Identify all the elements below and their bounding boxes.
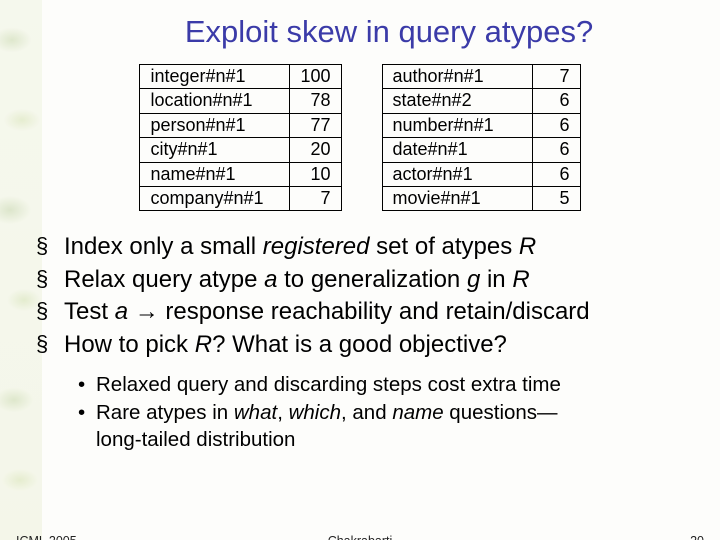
table-row: integer#n#1100 [140, 65, 341, 89]
atype-table-right: author#n#17 state#n#26 number#n#16 date#… [382, 64, 581, 211]
table-row: state#n#26 [382, 89, 580, 113]
main-bullets: Index only a small registered set of aty… [36, 231, 692, 361]
table-row: name#n#110 [140, 162, 341, 186]
bullet-item: Relax query atype a to generalization g … [36, 264, 692, 296]
bullet-item: Index only a small registered set of aty… [36, 231, 692, 263]
bullet-item: Test a → response reachability and retai… [36, 296, 692, 328]
table-row: movie#n#15 [382, 186, 580, 210]
sub-bullets: Relaxed query and discarding steps cost … [78, 371, 692, 454]
table-row: author#n#17 [382, 65, 580, 89]
arrow-icon: → [128, 298, 165, 325]
sub-bullet-item: Rare atypes in what, which, and name que… [78, 399, 692, 454]
slide: Exploit skew in query atypes? integer#n#… [0, 0, 720, 540]
footer-page: 20 [690, 534, 704, 540]
table-row: company#n#17 [140, 186, 341, 210]
footer-center: Chakrabarti [0, 534, 720, 540]
atype-table-left: integer#n#1100 location#n#178 person#n#1… [139, 64, 341, 211]
table-row: person#n#177 [140, 113, 341, 137]
tables-wrap: integer#n#1100 location#n#178 person#n#1… [28, 64, 692, 211]
table-row: actor#n#16 [382, 162, 580, 186]
sub-bullet-item: Relaxed query and discarding steps cost … [78, 371, 692, 399]
bullet-item: How to pick R? What is a good objective? [36, 329, 692, 361]
table-row: location#n#178 [140, 89, 341, 113]
table-row: number#n#16 [382, 113, 580, 137]
page-title: Exploit skew in query atypes? [86, 14, 692, 50]
table-row: city#n#120 [140, 138, 341, 162]
table-row: date#n#16 [382, 138, 580, 162]
